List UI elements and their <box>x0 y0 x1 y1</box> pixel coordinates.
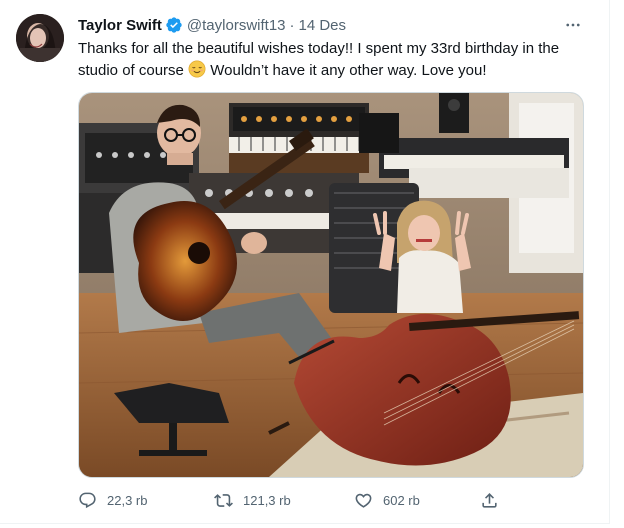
separator-dot: · <box>289 16 295 34</box>
like-button[interactable]: 602 rb <box>354 486 420 514</box>
reply-count: 22,3 rb <box>107 492 148 508</box>
reply-button[interactable]: 22,3 rb <box>78 486 147 514</box>
studio-photo-image <box>79 93 583 477</box>
tweet-date[interactable]: 14 Des <box>299 17 347 34</box>
more-options-icon[interactable] <box>560 14 586 36</box>
tweet-header: Taylor Swift @taylorswift13 · 14 Des <box>78 14 346 36</box>
retweet-button[interactable]: 121,3 rb <box>214 486 291 514</box>
heart-icon <box>355 493 372 508</box>
relieved-face-icon <box>188 60 206 85</box>
avatar[interactable] <box>16 14 64 62</box>
tweet-text-line1: Thanks for all the beautiful wishes toda… <box>78 40 560 57</box>
share-button[interactable] <box>480 486 499 514</box>
author-handle[interactable]: @taylorswift13 <box>187 17 286 34</box>
tweet-text: Thanks for all the beautiful wishes toda… <box>78 38 598 85</box>
tweet-text-line2b: Wouldn’t have it any other way. Love you… <box>210 62 487 79</box>
retweet-count: 121,3 rb <box>243 492 291 508</box>
share-icon <box>482 492 497 508</box>
tweet-card[interactable]: Taylor Swift @taylorswift13 · 14 Des Tha… <box>0 0 610 524</box>
retweet-icon <box>214 493 233 507</box>
author-name[interactable]: Taylor Swift <box>78 17 162 34</box>
tweet-actions: 22,3 rb 121,3 rb 602 rb <box>78 486 518 514</box>
tweet-text-line2a: studio of course <box>78 62 184 79</box>
avatar-photo <box>16 14 64 62</box>
reply-icon <box>79 492 96 508</box>
verified-badge-icon <box>165 16 183 34</box>
tweet-photo[interactable] <box>78 92 584 478</box>
like-count: 602 rb <box>383 492 420 508</box>
